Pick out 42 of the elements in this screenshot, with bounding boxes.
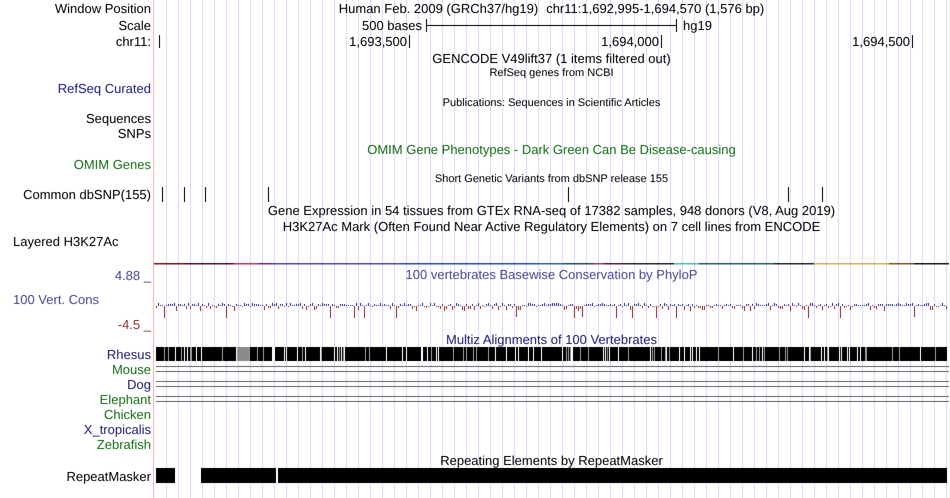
ruler-tick	[912, 34, 913, 48]
track-label[interactable]: Chicken	[104, 407, 151, 422]
track-title: Multiz Alignments of 100 Vertebrates	[446, 332, 657, 346]
track-label[interactable]: Rhesus	[106, 347, 151, 362]
track-label[interactable]: RefSeq Curated	[58, 81, 151, 96]
track-title: Gene Expression in 54 tissues from GTEx RNA-seq of 17382 samples, 948 donors (V8, Aug 2019)	[268, 202, 836, 218]
ruler-tick	[661, 34, 662, 48]
position-text: chr11:1,692,995-1,694,570 (1,576 bp)	[546, 1, 764, 16]
ruler-tick	[409, 34, 410, 48]
track-label[interactable]: Dog	[127, 377, 151, 392]
track-label[interactable]: RepeatMasker	[66, 468, 151, 484]
assembly-text: Human Feb. 2009 (GRCh37/hg19)	[338, 1, 538, 16]
track-label[interactable]: Sequences	[86, 111, 151, 126]
ruler-label: 1,693,500	[349, 34, 407, 49]
track-label: Scale	[118, 18, 151, 32]
track-title: RefSeq genes from NCBI	[489, 66, 614, 81]
ruler-label: 1,694,500	[852, 34, 910, 49]
track-label[interactable]: OMIM Genes	[74, 157, 151, 172]
track-label: Window Position	[54, 1, 151, 16]
ruler-tick	[159, 34, 160, 48]
axis-min-label: -4.5 _	[118, 318, 151, 330]
track-label[interactable]: SNPs	[118, 126, 151, 141]
track-title: Short Genetic Variants from dbSNP release 155	[434, 172, 668, 187]
track-label[interactable]: Common dbSNP(155)	[23, 187, 151, 202]
ruler-label: 1,694,000	[601, 34, 659, 49]
scale-length: 500 bases	[362, 18, 423, 32]
scale-assembly: hg19	[682, 18, 712, 32]
track-title: Publications: Sequences in Scientific Articles	[442, 96, 660, 111]
track-title: 100 vertebrates Basewise Conservation by PhyloP	[406, 267, 698, 282]
repeat-block	[156, 468, 175, 483]
track-label[interactable]: 100 Vert. Cons	[13, 293, 151, 306]
track-title: Repeating Elements by RepeatMasker	[440, 452, 663, 468]
track-title: OMIM Gene Phenotypes - Dark Green Can Be Disease-causing	[367, 142, 736, 156]
track-title: GENCODE V49lift37 (1 items filtered out)	[432, 50, 671, 66]
track-label[interactable]: Zebrafish	[96, 437, 151, 452]
track-label[interactable]: Elephant	[100, 392, 151, 407]
track-label[interactable]: X_tropicalis	[84, 422, 151, 437]
track-label[interactable]: Mouse	[112, 362, 151, 377]
track-label[interactable]: Layered H3K27Ac	[13, 234, 119, 249]
axis-max-label: 4.88 _	[114, 268, 151, 282]
chromosome-label: chr11:	[116, 34, 151, 49]
track-title: H3K27Ac Mark (Often Found Near Active Regulatory Elements) on 7 cell lines from ENCODE	[282, 218, 820, 234]
